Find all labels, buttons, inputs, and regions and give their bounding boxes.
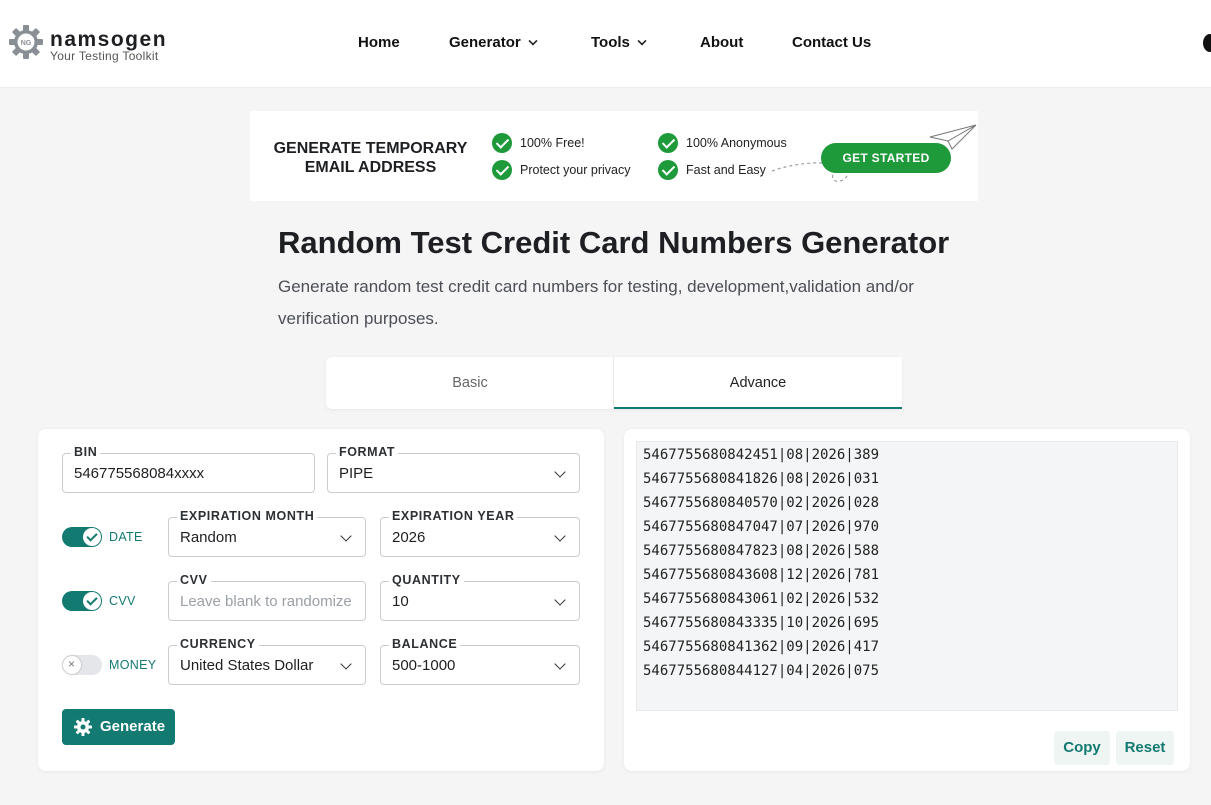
toggle-knob xyxy=(83,592,101,610)
site-logo[interactable]: NG namsogen Your Testing Toolkit xyxy=(8,24,208,64)
mode-tabs: Basic Advance xyxy=(326,357,902,409)
date-toggle[interactable] xyxy=(62,527,102,547)
format-select[interactable]: FORMAT PIPE xyxy=(327,445,580,493)
cvv-label: CVV xyxy=(177,573,211,587)
nav-about[interactable]: About xyxy=(700,34,743,54)
result-line: 5467755680841826|08|2026|031 xyxy=(643,471,880,487)
toggle-knob xyxy=(63,656,81,674)
nav-home[interactable]: Home xyxy=(358,34,400,54)
tab-advance[interactable]: Advance xyxy=(614,357,902,409)
currency-label: CURRENCY xyxy=(177,637,259,651)
results-panel: 5467755680842451|08|2026|389 54677556808… xyxy=(624,429,1190,771)
balance-value: 500-1000 xyxy=(392,657,456,674)
result-line: 5467755680841362|09|2026|417 xyxy=(643,639,880,655)
format-label: FORMAT xyxy=(336,445,399,459)
reset-button[interactable]: Reset xyxy=(1116,731,1174,765)
nav-tools[interactable]: Tools xyxy=(591,34,647,54)
gear-logo-icon: NG xyxy=(9,25,43,59)
expiration-month-label: EXPIRATION MONTH xyxy=(177,509,318,523)
check-circle-icon xyxy=(492,160,512,180)
chevron-down-icon xyxy=(554,594,566,606)
chevron-down-icon xyxy=(554,530,566,542)
results-textarea[interactable]: 5467755680842451|08|2026|389 54677556808… xyxy=(636,441,1178,711)
expiration-year-value: 2026 xyxy=(392,529,426,546)
balance-select[interactable]: BALANCE 500-1000 xyxy=(380,637,580,685)
generator-form: BIN 546775568084xxxx FORMAT PIPE DATE EX… xyxy=(38,429,604,771)
promo-banner[interactable]: GENERATE TEMPORARY EMAIL ADDRESS 100% Fr… xyxy=(250,111,978,201)
currency-value: United States Dollar xyxy=(180,657,314,674)
site-header: NG namsogen Your Testing Toolkit Home Ge… xyxy=(0,0,1211,88)
page-title: Random Test Credit Card Numbers Generato… xyxy=(278,225,950,260)
money-toggle-label: MONEY xyxy=(109,658,157,672)
currency-select[interactable]: CURRENCY United States Dollar xyxy=(168,637,366,685)
nav-generator-label: Generator xyxy=(449,34,521,51)
cvv-toggle-label: CVV xyxy=(109,594,136,608)
result-line: 5467755680840570|02|2026|028 xyxy=(643,495,880,511)
page-description: Generate random test credit card numbers… xyxy=(278,277,914,328)
balance-label: BALANCE xyxy=(389,637,461,651)
generate-button-label: Generate xyxy=(100,718,166,735)
bin-label: BIN xyxy=(71,445,101,459)
logo-badge-text: NG xyxy=(21,40,32,47)
banner-title: GENERATE TEMPORARY EMAIL ADDRESS xyxy=(273,140,468,176)
tab-basic[interactable]: Basic xyxy=(326,357,614,409)
bin-field[interactable]: BIN 546775568084xxxx xyxy=(62,445,315,493)
chevron-down-icon xyxy=(554,466,566,478)
chevron-down-icon xyxy=(528,36,538,46)
cvv-input[interactable]: CVV Leave blank to randomize xyxy=(168,573,366,621)
cvv-toggle[interactable] xyxy=(62,591,102,611)
quantity-select[interactable]: QUANTITY 10 xyxy=(380,573,580,621)
result-line: 5467755680843061|02|2026|532 xyxy=(643,591,880,607)
copy-button[interactable]: Copy xyxy=(1054,731,1110,765)
moon-icon[interactable] xyxy=(1203,34,1211,52)
bin-value: 546775568084xxxx xyxy=(74,465,205,482)
result-line: 5467755680843608|12|2026|781 xyxy=(643,567,880,583)
nav-tools-label: Tools xyxy=(591,34,630,51)
chevron-down-icon xyxy=(340,530,352,542)
nav-generator[interactable]: Generator xyxy=(449,34,538,54)
nav-contact-label: Contact Us xyxy=(792,34,872,51)
nav-about-label: About xyxy=(700,34,744,51)
expiration-year-select[interactable]: EXPIRATION YEAR 2026 xyxy=(380,509,580,557)
result-line: 5467755680844127|04|2026|075 xyxy=(643,663,880,679)
result-line: 5467755680847047|07|2026|970 xyxy=(643,519,880,535)
chevron-down-icon xyxy=(340,658,352,670)
chevron-down-icon xyxy=(637,36,647,46)
gear-icon xyxy=(74,718,92,736)
check-circle-icon xyxy=(658,133,678,153)
expiration-month-value: Random xyxy=(180,529,237,546)
quantity-label: QUANTITY xyxy=(389,573,464,587)
check-circle-icon xyxy=(658,160,678,180)
chevron-down-icon xyxy=(554,658,566,670)
money-toggle[interactable] xyxy=(62,655,102,675)
generate-button[interactable]: Generate xyxy=(62,709,175,745)
expiration-month-select[interactable]: EXPIRATION MONTH Random xyxy=(168,509,366,557)
date-toggle-label: DATE xyxy=(109,530,143,544)
toggle-knob xyxy=(83,528,101,546)
expiration-year-label: EXPIRATION YEAR xyxy=(389,509,518,523)
nav-contact[interactable]: Contact Us xyxy=(792,34,871,54)
logo-tagline: Your Testing Toolkit xyxy=(50,49,159,63)
result-line: 5467755680843335|10|2026|695 xyxy=(643,615,880,631)
paper-plane-icon xyxy=(929,124,977,150)
result-line: 5467755680842451|08|2026|389 xyxy=(643,447,880,463)
check-circle-icon xyxy=(492,133,512,153)
result-line: 5467755680847823|08|2026|588 xyxy=(643,543,880,559)
quantity-value: 10 xyxy=(392,593,409,610)
nav-home-label: Home xyxy=(358,34,400,51)
cvv-placeholder: Leave blank to randomize xyxy=(180,593,352,610)
format-value: PIPE xyxy=(339,465,374,482)
